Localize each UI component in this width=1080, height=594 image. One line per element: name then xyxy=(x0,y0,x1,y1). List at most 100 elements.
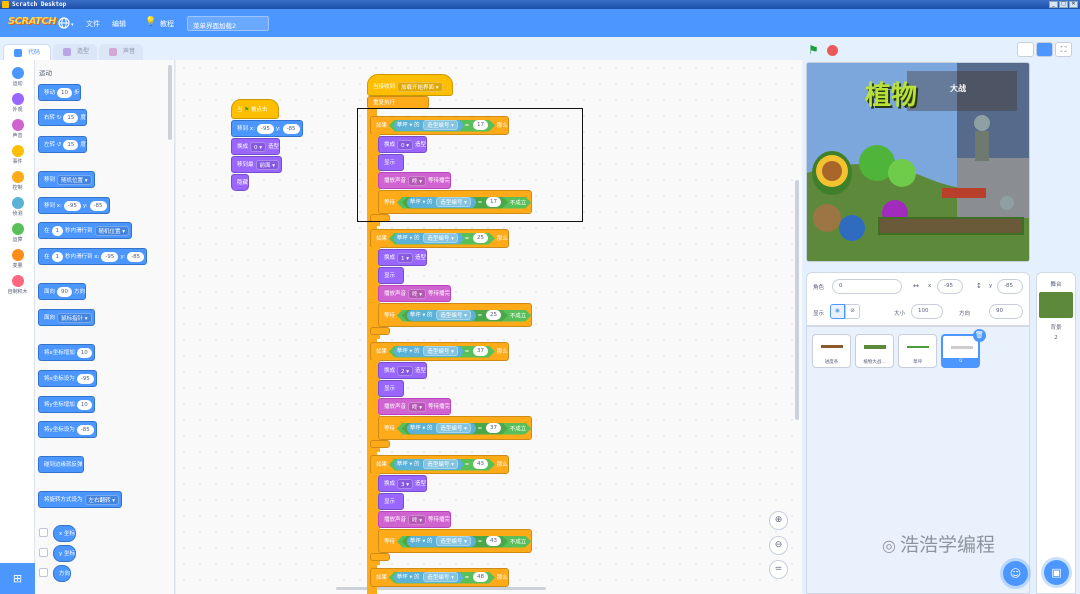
direction-field[interactable]: 90 xyxy=(989,304,1023,319)
green-flag-button[interactable]: ⚑ xyxy=(808,43,819,57)
category-events[interactable]: 事件 xyxy=(0,145,35,165)
zoom-out-button[interactable]: ⊖ xyxy=(769,536,788,555)
menu-edit[interactable]: 编辑 xyxy=(112,19,126,29)
block-show[interactable]: 显示 xyxy=(378,493,404,510)
block-if[interactable]: 如果 草坪 ▾ 的 造型编号 ▾ = 37 那么 xyxy=(370,342,509,361)
stage-canvas[interactable]: 植物 大战 xyxy=(806,62,1030,262)
sprite-thumb-lawn[interactable]: 草坪 xyxy=(898,334,937,368)
block-point-direction[interactable]: 面向 90 方向 xyxy=(38,283,87,300)
hide-eye-icon[interactable]: ⊘ xyxy=(845,304,860,319)
block-change-x[interactable]: 将x坐标增加 10 xyxy=(38,344,95,361)
category-sensing[interactable]: 侦测 xyxy=(0,197,35,217)
backdrops-count: 2 xyxy=(1054,335,1058,341)
block-play-sound-until-done[interactable]: 播放声音咚 ▾ 等待播完 xyxy=(378,511,452,528)
sprite-thumb-progress[interactable]: 进度条 xyxy=(812,334,851,368)
sound-dot-icon xyxy=(11,119,24,131)
block-show[interactable]: 显示 xyxy=(378,267,404,284)
script-scrollbar-vertical[interactable] xyxy=(795,180,799,420)
show-eye-icon[interactable]: ◉ xyxy=(830,304,845,319)
annotation-highlight-box xyxy=(357,108,583,222)
category-my-blocks[interactable]: 自制积木 xyxy=(0,275,35,295)
lightbulb-icon[interactable]: 💡 xyxy=(145,17,156,27)
sprite-thumb-logo[interactable]: 植物大战... xyxy=(855,334,894,368)
x-position-checkbox[interactable] xyxy=(39,528,48,537)
block-direction[interactable]: 方向 xyxy=(53,565,72,582)
block-switch-costume[interactable]: 换成 3 ▾ 造型 xyxy=(378,475,428,492)
stage-scene xyxy=(807,63,1029,261)
block-goto-xy[interactable]: 移到 x: -95 y: -85 xyxy=(38,197,110,214)
direction-checkbox[interactable] xyxy=(39,568,48,577)
y-position-checkbox[interactable] xyxy=(39,548,48,557)
add-backdrop-button[interactable]: ▣ xyxy=(1044,560,1069,585)
category-control[interactable]: 控制 xyxy=(0,171,35,191)
block-if[interactable]: 如果 草坪 ▾ 的 造型编号 ▾ = 43 那么 xyxy=(370,455,509,474)
block-switch-costume[interactable]: 换成 0 ▾ 造型 xyxy=(231,138,281,155)
block-wait-until[interactable]: 等待 草坪 ▾ 的 造型编号 ▾ = 37 不成立 xyxy=(378,416,533,440)
block-turn-left[interactable]: 左转 ↺ 15 度 xyxy=(38,136,87,153)
events-dot-icon xyxy=(11,145,24,157)
block-switch-costume[interactable]: 换成 1 ▾ 造型 xyxy=(378,249,428,266)
block-change-y[interactable]: 将y坐标增加 10 xyxy=(38,396,95,413)
menu-tutorials[interactable]: 教程 xyxy=(160,19,174,29)
block-when-receive[interactable]: 当接收到 加载开始界面 ▾ xyxy=(367,74,453,96)
large-stage-button[interactable] xyxy=(1036,42,1053,57)
size-field[interactable]: 100 xyxy=(911,304,943,319)
category-motion[interactable]: 运动 xyxy=(0,67,35,87)
category-variables[interactable]: 变量 xyxy=(0,249,35,269)
block-hide[interactable]: 隐藏 xyxy=(231,174,250,191)
block-bounce[interactable]: 碰到边缘就反弹 xyxy=(38,456,84,473)
category-sound[interactable]: 声音 xyxy=(0,119,35,139)
stage-thumbnail[interactable] xyxy=(1039,292,1073,318)
block-when-flag-clicked[interactable]: 当 ⚑ 被点击 xyxy=(231,99,279,119)
add-sprite-button[interactable]: ☺ xyxy=(1003,561,1028,586)
tab-costumes[interactable]: 造型 xyxy=(53,44,97,60)
extension-icon: ⊞ xyxy=(12,572,23,585)
block-x-position[interactable]: x 坐标 xyxy=(53,525,77,542)
small-stage-button[interactable] xyxy=(1017,42,1034,57)
block-wait-until[interactable]: 等待 草坪 ▾ 的 造型编号 ▾ = 43 不成立 xyxy=(378,529,533,553)
block-if[interactable]: 如果 草坪 ▾ 的 造型编号 ▾ = 25 那么 xyxy=(370,229,509,248)
scratch-logo[interactable]: SCRATCH xyxy=(8,16,57,27)
sprite-name-field[interactable]: 0 xyxy=(832,279,902,294)
block-goto-xy-script[interactable]: 移到 x: -95 y: -85 xyxy=(231,120,303,137)
tab-sounds[interactable]: 声音 xyxy=(99,44,143,60)
block-set-y[interactable]: 将y坐标设为 -85 xyxy=(38,421,97,438)
block-glide-xy[interactable]: 在 1 秒内滑行到 x: -95 y: -85 xyxy=(38,248,148,265)
block-wait-until[interactable]: 等待 草坪 ▾ 的 造型编号 ▾ = 25 不成立 xyxy=(378,303,533,327)
menu-file[interactable]: 文件 xyxy=(86,19,100,29)
block-turn-right[interactable]: 右转 ↻ 15 度 xyxy=(38,109,87,126)
delete-sprite-icon[interactable]: 🗑 xyxy=(973,329,986,342)
close-button[interactable]: ✕ xyxy=(1069,1,1078,8)
block-show[interactable]: 显示 xyxy=(378,380,404,397)
minimize-button[interactable]: _ xyxy=(1049,1,1058,8)
block-go-to-layer[interactable]: 移到最 前面 ▾ xyxy=(231,156,283,173)
category-looks[interactable]: 外观 xyxy=(0,93,35,113)
tab-code[interactable]: 代码 xyxy=(3,44,51,60)
stage-target-panel[interactable]: 舞台 背景 2 ▣ xyxy=(1036,272,1076,594)
zoom-reset-button[interactable]: = xyxy=(769,560,788,579)
block-y-position[interactable]: y 坐标 xyxy=(53,545,77,562)
category-operators[interactable]: 运算 xyxy=(0,223,35,243)
fullscreen-button[interactable]: ⛶ xyxy=(1055,42,1072,57)
globe-icon[interactable] xyxy=(58,17,70,31)
y-field[interactable]: -85 xyxy=(997,279,1023,294)
block-point-towards[interactable]: 面向 鼠标指针 ▾ xyxy=(38,309,95,326)
x-field[interactable]: -95 xyxy=(937,279,963,294)
block-goto-target[interactable]: 移到 随机位置 ▾ xyxy=(38,171,95,188)
palette-scrollbar[interactable] xyxy=(168,65,172,140)
stop-button[interactable] xyxy=(827,45,838,56)
block-move-steps[interactable]: 移动 10 步 xyxy=(38,84,81,101)
block-switch-costume[interactable]: 换成 2 ▾ 造型 xyxy=(378,362,428,379)
block-rotation-style[interactable]: 将旋转方式设为 左右翻转 ▾ xyxy=(38,491,123,508)
block-set-x[interactable]: 将x坐标设为 -95 xyxy=(38,370,97,387)
project-name-input[interactable]: 菜单界面加载2 xyxy=(187,16,269,31)
block-play-sound-until-done[interactable]: 播放声音咚 ▾ 等待播完 xyxy=(378,285,452,302)
zoom-in-button[interactable]: ⊕ xyxy=(769,511,788,530)
block-glide-target[interactable]: 在 1 秒内滑行到 随机位置 ▾ xyxy=(38,222,133,239)
chevron-down-icon[interactable]: ▾ xyxy=(71,22,74,28)
if-bottom xyxy=(370,553,390,561)
block-play-sound-until-done[interactable]: 播放声音咚 ▾ 等待播完 xyxy=(378,398,452,415)
block-if[interactable]: 如果 草坪 ▾ 的 造型编号 ▾ = 48 那么 xyxy=(370,568,509,587)
add-extension-button[interactable]: ⊞ xyxy=(0,563,35,594)
maximize-button[interactable]: □ xyxy=(1059,1,1068,8)
